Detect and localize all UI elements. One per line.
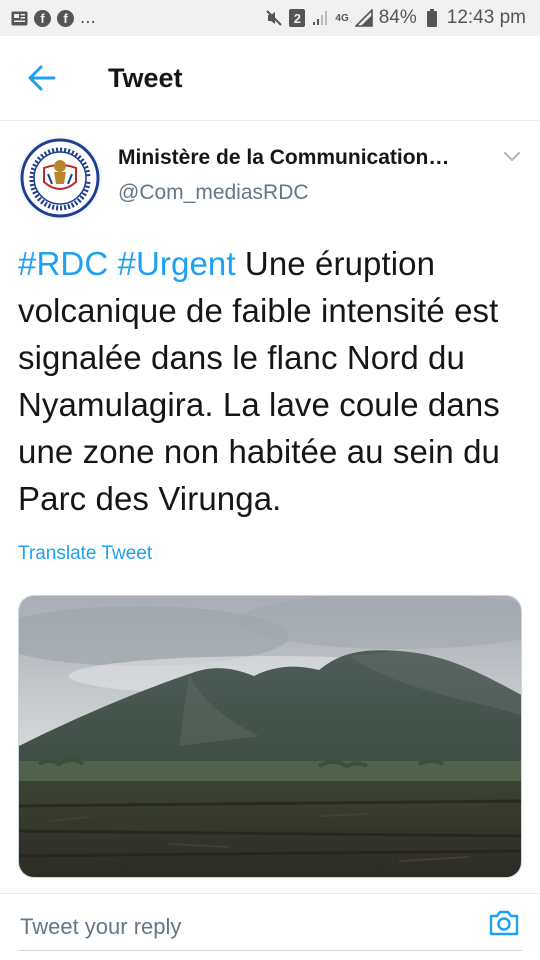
back-button[interactable] xyxy=(22,58,62,98)
author-handle[interactable]: @Com_mediasRDC xyxy=(118,181,449,205)
app-header: Tweet xyxy=(0,36,540,121)
author-names: Ministère de la Communication… @Com_medi… xyxy=(118,146,449,205)
facebook-icon: f xyxy=(57,9,74,27)
battery-icon xyxy=(423,9,441,27)
chevron-down-icon xyxy=(504,152,520,161)
camera-button[interactable] xyxy=(488,908,520,938)
tweet-text: #RDC #Urgent Une éruption volcanique de … xyxy=(18,240,522,522)
reply-input[interactable] xyxy=(18,913,462,941)
tweet-options-button[interactable] xyxy=(502,150,522,164)
reply-underline xyxy=(18,950,522,951)
back-arrow-icon xyxy=(28,65,56,91)
status-bar-left: f f ... xyxy=(10,7,96,29)
author-display-name[interactable]: Ministère de la Communication… xyxy=(118,146,449,170)
tweet-author-row: Ministère de la Communication… @Com_medi… xyxy=(18,136,522,220)
hashtag-link[interactable]: #Urgent xyxy=(118,245,236,282)
clock: 12:43 pm xyxy=(446,7,526,28)
hashtag-link[interactable]: #RDC xyxy=(18,245,108,282)
translate-tweet-link[interactable]: Translate Tweet xyxy=(18,543,522,565)
camera-icon xyxy=(489,910,519,936)
sim-badge: 2 xyxy=(289,9,306,27)
news-icon xyxy=(10,9,28,27)
avatar[interactable] xyxy=(18,136,102,220)
network-type: 4G xyxy=(335,12,349,24)
more-notifications: ... xyxy=(80,7,96,28)
signal-icon xyxy=(311,9,329,27)
ministry-seal-icon xyxy=(18,136,102,220)
facebook-icon: f xyxy=(34,9,51,27)
status-bar-right: 2 4G 84% 12:43 pm xyxy=(265,7,526,29)
status-bar: f f ... 2 4G 84% 12:43 pm xyxy=(0,0,540,36)
tweet-photo[interactable] xyxy=(18,595,522,878)
volcano-landscape-image xyxy=(19,596,521,877)
mute-icon xyxy=(265,9,283,27)
tweet-body: Une éruption volcanique de faible intens… xyxy=(18,245,501,517)
reply-bar xyxy=(0,893,540,960)
signal-strength-icon xyxy=(354,9,373,27)
tweet: Ministère de la Communication… @Com_medi… xyxy=(18,136,522,878)
page-title: Tweet xyxy=(108,62,183,93)
battery-percent: 84% xyxy=(378,7,417,28)
